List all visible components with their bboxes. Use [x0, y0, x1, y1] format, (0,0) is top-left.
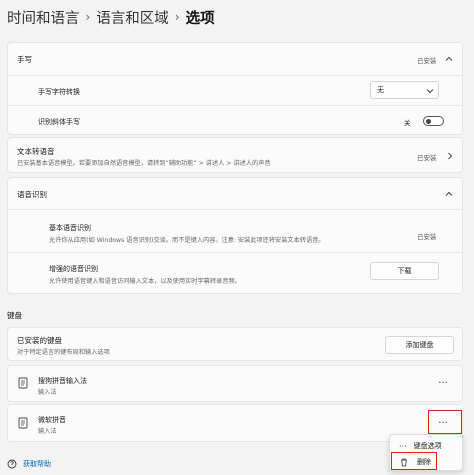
keyboard-icon — [18, 417, 28, 429]
italic-label: 识别斜体手写 — [38, 118, 80, 126]
basic-speech-title: 基本语音识别 — [49, 224, 91, 232]
keyboard-item-type: 输入法 — [38, 428, 57, 435]
page-title: 选项 — [185, 10, 215, 27]
tts-title: 文本转语音 — [17, 147, 55, 156]
chevron-up-icon[interactable] — [444, 54, 454, 64]
breadcrumb-separator-icon: › — [174, 10, 180, 24]
tts-card[interactable]: 文本转语音 已安装基本语音模型。若要添加自然语音模型，请转到“辅助功能” > 讲… — [7, 137, 463, 173]
conversion-label: 手写字符转换 — [38, 88, 80, 96]
italic-row: 识别斜体手写 关 — [8, 106, 462, 135]
more-icon: ··· — [399, 441, 407, 451]
breadcrumb-language-region[interactable]: 语言和区域 — [96, 7, 169, 28]
tts-desc: 已安装基本语音模型。若要添加自然语音模型，请转到“辅助功能” > 讲述人 > 讲… — [17, 160, 271, 167]
installed-keyboards-desc: 对于特定语言的键布局和输入选项 — [17, 349, 110, 356]
handwriting-header[interactable]: 手写 已安装 — [8, 43, 462, 75]
handwriting-title: 手写 — [17, 55, 32, 64]
breadcrumb-separator-icon: › — [85, 10, 91, 24]
toggle-knob — [426, 119, 431, 124]
chevron-right-icon — [448, 152, 453, 160]
handwriting-status: 已安装 — [417, 57, 437, 65]
tts-status: 已安装 — [417, 154, 437, 162]
keyboard-item-type: 输入法 — [38, 389, 57, 396]
chevron-up-icon[interactable] — [444, 189, 454, 199]
highlight-box — [428, 410, 462, 434]
conversion-dropdown[interactable]: 无 — [370, 81, 439, 99]
menu-item-keyboard-options[interactable]: ··· 键盘选项 — [399, 441, 442, 451]
speech-card: 语音识别 基本语音识别 允许你从应用(如 Windows 语音识别)交谈。而不是… — [7, 177, 463, 294]
download-button[interactable]: 下载 — [370, 262, 439, 280]
enhanced-speech-desc: 允许使用语音键入和语音访问输入文本，以及使用实时字幕转录音频。 — [49, 278, 241, 285]
installed-keyboards-title: 已安装的键盘 — [17, 336, 62, 345]
chevron-down-icon — [426, 89, 434, 94]
installed-keyboards-card: 已安装的键盘 对于特定语言的键布局和输入选项 添加键盘 — [7, 327, 463, 361]
more-options-icon[interactable]: ··· — [435, 379, 451, 389]
speech-header[interactable]: 语音识别 — [8, 178, 462, 209]
basic-speech-status: 已安装 — [417, 233, 437, 241]
keyboard-item: 搜狗拼音输入法 输入法 ··· — [7, 365, 463, 402]
speech-title: 语音识别 — [17, 190, 47, 199]
enhanced-speech-row: 增强的语音识别 允许使用语音键入和语音访问输入文本，以及使用实时字幕转录音频。 … — [8, 253, 462, 294]
italic-toggle-state: 关 — [404, 119, 411, 127]
help-icon — [7, 459, 17, 469]
keyboard-icon — [18, 377, 28, 389]
add-keyboard-button[interactable]: 添加键盘 — [385, 336, 454, 354]
keyboard-item-name: 微软拼音 — [38, 416, 66, 424]
breadcrumb-time-language[interactable]: 时间和语言 — [7, 7, 80, 28]
get-help-link[interactable]: 获取帮助 — [7, 459, 51, 469]
handwriting-card: 手写 已安装 手写字符转换 无 识别斜体手写 关 — [7, 42, 463, 135]
breadcrumb: 时间和语言 › 语言和区域 › 选项 — [7, 6, 215, 28]
keyboard-section-title: 键盘 — [7, 311, 22, 320]
italic-toggle[interactable] — [423, 116, 444, 126]
basic-speech-desc: 允许你从应用(如 Windows 语音识别)交谈。而不是键入内容。注意: 安装此… — [49, 237, 325, 244]
enhanced-speech-title: 增强的语音识别 — [49, 265, 98, 273]
keyboard-options-label: 键盘选项 — [413, 442, 442, 450]
get-help-label: 获取帮助 — [23, 460, 51, 468]
keyboard-item-name: 搜狗拼音输入法 — [38, 377, 87, 385]
highlight-box — [391, 452, 437, 470]
basic-speech-row: 基本语音识别 允许你从应用(如 Windows 语音识别)交谈。而不是键入内容。… — [8, 210, 462, 252]
conversion-row: 手写字符转换 无 — [8, 76, 462, 105]
conversion-value: 无 — [377, 86, 384, 94]
